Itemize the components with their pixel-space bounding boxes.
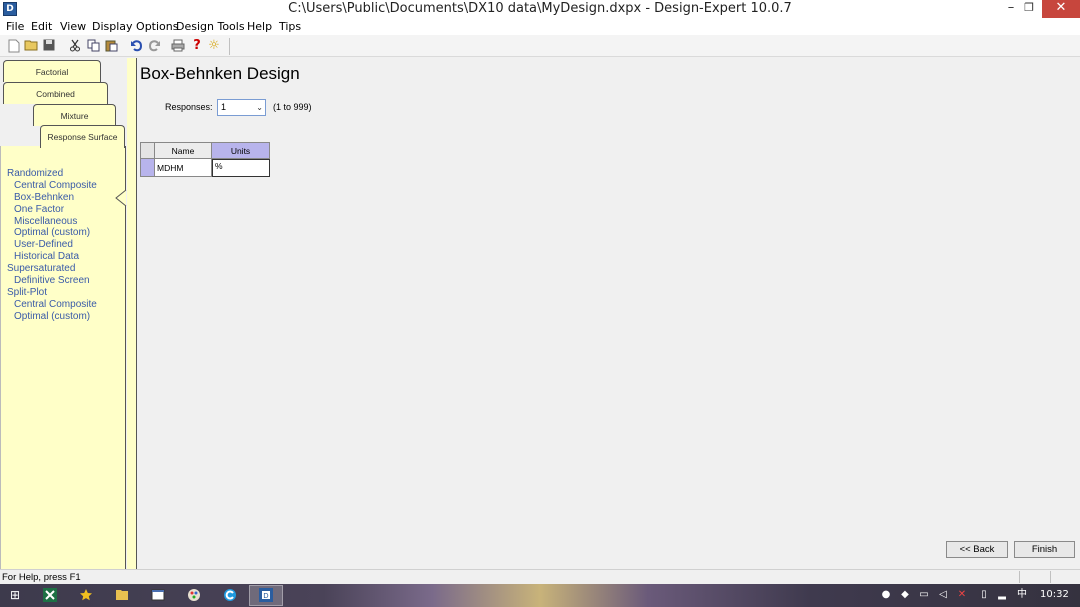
list-item-miscellaneous[interactable]: Miscellaneous	[7, 216, 125, 228]
clock[interactable]: 10:32	[1040, 589, 1069, 600]
finish-button[interactable]: Finish	[1014, 541, 1075, 558]
menu-bar: File Edit View Display Options Design To…	[0, 18, 1080, 35]
responses-range: (1 to 999)	[273, 102, 312, 112]
taskbar: ⊞ D ● ◆ ▭ ◁ ✕ ▯ ▂ 中 10:32	[0, 584, 1080, 607]
list-item-one-factor[interactable]: One Factor	[7, 204, 125, 216]
back-button[interactable]: << Back	[946, 541, 1008, 558]
column-header-name[interactable]: Name	[155, 142, 212, 159]
security-icon[interactable]: ◆	[899, 589, 911, 601]
list-item-central-composite[interactable]: Central Composite	[7, 180, 125, 192]
tip-icon[interactable]: ☼	[207, 39, 221, 53]
design-list: Randomized Central Composite Box-Behnken…	[7, 168, 125, 323]
tab-mixture[interactable]: Mixture	[33, 104, 116, 126]
paint-icon[interactable]	[177, 585, 211, 606]
responses-value: 1	[221, 102, 227, 112]
main-content: Box-Behnken Design Responses: 1 ⌄ (1 to …	[137, 58, 1080, 569]
grid-corner	[140, 142, 155, 159]
paste-icon[interactable]	[104, 39, 118, 53]
column-header-units[interactable]: Units	[212, 142, 270, 159]
tab-combined[interactable]: Combined	[3, 82, 108, 104]
list-item-split-plot-central-composite[interactable]: Central Composite	[7, 299, 125, 311]
save-icon[interactable]	[42, 39, 56, 53]
file-explorer-icon[interactable]	[105, 585, 139, 606]
design-type-panel: Factorial Combined Mixture Response Surf…	[0, 58, 137, 569]
redo-icon[interactable]	[147, 39, 161, 53]
list-item-historical-data[interactable]: Historical Data	[7, 251, 125, 263]
open-icon[interactable]	[24, 39, 38, 53]
tab-factorial[interactable]: Factorial	[3, 60, 101, 82]
status-pane-divider	[1050, 571, 1051, 583]
svg-text:D: D	[263, 592, 268, 600]
close-button[interactable]: ✕	[1042, 0, 1080, 18]
menu-tips[interactable]: Tips	[279, 20, 301, 33]
toolbar: ? ☼	[0, 35, 1080, 57]
network-icon[interactable]: ▭	[918, 589, 930, 601]
chevron-down-icon[interactable]: ⌄	[256, 100, 263, 115]
window-icon[interactable]	[141, 585, 175, 606]
excel-icon[interactable]	[33, 585, 67, 606]
print-icon[interactable]	[171, 39, 185, 53]
menu-display-options[interactable]: Display Options	[92, 20, 179, 33]
volume-icon[interactable]: ◁	[937, 589, 949, 601]
start-icon[interactable]: ⊞	[0, 585, 30, 606]
battery-icon[interactable]: ▯	[978, 589, 990, 601]
signal-icon[interactable]: ▂	[996, 589, 1008, 601]
restore-button[interactable]: ❐	[1012, 0, 1046, 18]
title-bar: D C:\Users\Public\Documents\DX10 data\My…	[0, 0, 1080, 18]
qq-icon[interactable]: ●	[880, 589, 892, 601]
row-header[interactable]	[140, 159, 155, 177]
menu-view[interactable]: View	[60, 20, 86, 33]
new-icon[interactable]	[7, 39, 21, 53]
flag-icon[interactable]: ✕	[956, 589, 968, 601]
list-item-randomized[interactable]: Randomized	[7, 168, 125, 180]
list-item-split-plot[interactable]: Split-Plot	[7, 287, 125, 299]
undo-icon[interactable]	[129, 39, 143, 53]
list-item-supersaturated[interactable]: Supersaturated	[7, 263, 125, 275]
cell-response-name[interactable]: MDHM	[155, 159, 212, 177]
panel-edge	[127, 58, 137, 569]
status-pane-divider	[1019, 571, 1020, 583]
toolbar-separator	[229, 38, 230, 55]
design-expert-icon[interactable]: D	[249, 585, 283, 606]
status-text: For Help, press F1	[2, 572, 81, 583]
menu-edit[interactable]: Edit	[31, 20, 52, 33]
copy-icon[interactable]	[86, 39, 100, 53]
help-icon[interactable]: ?	[190, 39, 204, 53]
responses-label: Responses:	[165, 102, 213, 112]
ime-indicator[interactable]: 中	[1016, 589, 1028, 601]
browser-icon[interactable]	[213, 585, 247, 606]
menu-help[interactable]: Help	[247, 20, 272, 33]
page-title: Box-Behnken Design	[140, 64, 300, 83]
tab-response-surface[interactable]: Response Surface	[40, 125, 125, 148]
menu-file[interactable]: File	[6, 20, 24, 33]
star-icon[interactable]	[69, 585, 103, 606]
list-item-definitive-screen[interactable]: Definitive Screen	[7, 275, 125, 287]
responses-select[interactable]: 1 ⌄	[217, 99, 266, 116]
status-bar: For Help, press F1	[0, 569, 1080, 584]
list-item-split-plot-optimal-custom[interactable]: Optimal (custom)	[7, 311, 125, 323]
cut-icon[interactable]	[68, 39, 82, 53]
menu-design-tools[interactable]: Design Tools	[176, 20, 245, 33]
list-item-optimal-custom[interactable]: Optimal (custom)	[7, 227, 125, 239]
cell-response-units[interactable]: %	[212, 159, 270, 177]
list-item-box-behnken[interactable]: Box-Behnken	[7, 192, 125, 204]
list-item-user-defined[interactable]: User-Defined	[7, 239, 125, 251]
window-title: C:\Users\Public\Documents\DX10 data\MyDe…	[288, 1, 792, 16]
